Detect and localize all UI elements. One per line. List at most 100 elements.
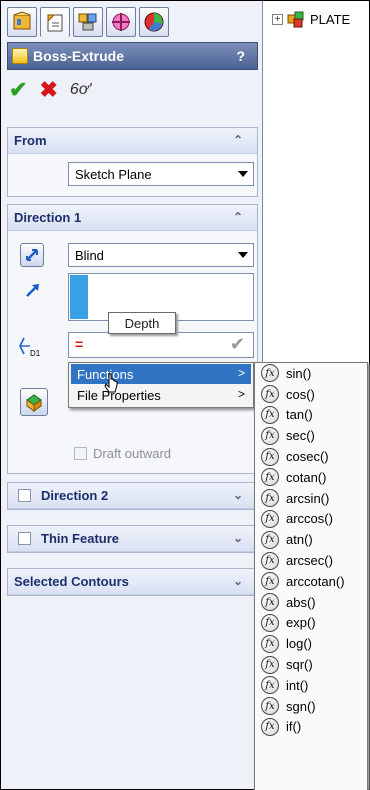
direction-vector-icon bbox=[22, 279, 44, 301]
function-label: log() bbox=[286, 636, 313, 652]
depth-input[interactable]: = ✔ bbox=[68, 332, 254, 358]
function-icon: fx bbox=[261, 530, 279, 549]
function-label: sgn() bbox=[286, 698, 316, 714]
function-icon: fx bbox=[261, 426, 279, 445]
function-icon: fx bbox=[261, 593, 279, 612]
end-condition-value: Blind bbox=[75, 247, 104, 263]
function-icon: fx bbox=[261, 509, 279, 528]
feature-manager-icon bbox=[13, 11, 31, 30]
thin-feature-checkbox[interactable] bbox=[18, 532, 31, 545]
function-menu-item[interactable]: fx cos() bbox=[255, 384, 367, 405]
thin-feature-header-label: Thin Feature bbox=[41, 531, 120, 546]
function-label: sin() bbox=[286, 365, 312, 381]
function-menu-item[interactable]: fx exp() bbox=[255, 613, 367, 634]
function-icon: fx bbox=[261, 676, 279, 695]
draft-outward-label: Draft outward bbox=[93, 446, 172, 461]
function-menu-item[interactable]: fx cotan() bbox=[255, 467, 367, 488]
function-menu-item[interactable]: fx arccotan() bbox=[255, 571, 367, 592]
help-button[interactable]: ? bbox=[236, 48, 245, 64]
detailed-preview-button[interactable]: 6ơ' bbox=[70, 82, 92, 98]
display-manager-icon bbox=[144, 12, 164, 32]
reverse-direction-icon bbox=[26, 249, 38, 261]
function-icon: fx bbox=[261, 468, 279, 487]
manager-tabs bbox=[7, 7, 169, 39]
function-icon: fx bbox=[261, 655, 279, 674]
direction1-group: Direction 1 ⌃ Blind D1 = ✔ Draft outward bbox=[7, 204, 258, 474]
feature-manager-tab[interactable] bbox=[7, 7, 37, 37]
dimxpert-manager-tab[interactable] bbox=[106, 7, 136, 37]
function-menu-item[interactable]: fx atn() bbox=[255, 529, 367, 550]
function-label: arcsin() bbox=[286, 490, 330, 506]
function-menu-item[interactable]: fx arcsin() bbox=[255, 488, 367, 509]
expand-icon[interactable]: ⌄ bbox=[233, 574, 243, 588]
part-icon[interactable] bbox=[286, 10, 306, 28]
equation-context-menu: Functions > File Properties > bbox=[68, 362, 254, 408]
feature-title-bar: Boss-Extrude ? bbox=[7, 42, 258, 70]
start-condition-value: Sketch Plane bbox=[75, 166, 152, 182]
function-menu-item[interactable]: fx abs() bbox=[255, 592, 367, 613]
draft-toggle-button[interactable] bbox=[20, 388, 48, 416]
submenu-arrow-icon: > bbox=[237, 387, 245, 401]
function-menu-item[interactable]: fx sin() bbox=[255, 363, 367, 384]
function-menu-item[interactable]: fx log() bbox=[255, 633, 367, 654]
expand-icon[interactable]: ⌄ bbox=[233, 531, 243, 545]
function-menu-item[interactable]: fx int() bbox=[255, 675, 367, 696]
property-manager-tab[interactable] bbox=[40, 7, 70, 37]
function-label: exp() bbox=[286, 615, 316, 631]
expand-icon[interactable]: + bbox=[272, 13, 283, 25]
function-menu-item[interactable]: fx tan() bbox=[255, 405, 367, 426]
functions-submenu: fx sin() fx cos() fx tan() fx sec() fx cosec() fx c… bbox=[254, 362, 368, 790]
selected-contours-group-header[interactable]: Selected Contours ⌄ bbox=[8, 569, 257, 595]
function-menu-item[interactable]: fx arcsec() bbox=[255, 550, 367, 571]
direction2-header-label: Direction 2 bbox=[41, 488, 109, 503]
function-icon: fx bbox=[261, 364, 279, 383]
from-group-header[interactable]: From ⌃ bbox=[8, 128, 257, 154]
accept-equation-icon[interactable]: ✔ bbox=[230, 334, 245, 355]
expand-icon[interactable]: ⌄ bbox=[233, 488, 243, 502]
property-manager-icon bbox=[47, 14, 63, 31]
cancel-button[interactable]: ✖ bbox=[39, 79, 57, 101]
display-manager-tab[interactable] bbox=[139, 7, 169, 37]
function-icon: fx bbox=[261, 551, 279, 570]
direction2-group: Direction 2 ⌄ bbox=[7, 482, 258, 510]
function-label: cotan() bbox=[286, 469, 327, 485]
direction1-group-header[interactable]: Direction 1 ⌃ bbox=[8, 205, 257, 231]
collapse-icon[interactable]: ⌃ bbox=[233, 210, 243, 224]
feature-title: Boss-Extrude bbox=[33, 48, 125, 64]
collapse-icon[interactable]: ⌃ bbox=[233, 133, 243, 147]
direction2-checkbox[interactable] bbox=[18, 489, 31, 502]
mouse-pointer-icon bbox=[104, 373, 118, 393]
function-icon: fx bbox=[261, 613, 279, 632]
function-label: arccotan() bbox=[286, 573, 345, 589]
function-icon: fx bbox=[261, 447, 279, 466]
start-condition-select[interactable]: Sketch Plane bbox=[68, 162, 254, 186]
function-menu-item[interactable]: fx sec() bbox=[255, 425, 367, 446]
draft-outward-checkbox[interactable] bbox=[74, 447, 87, 460]
menu-item-file-properties[interactable]: File Properties > bbox=[71, 385, 251, 405]
function-label: abs() bbox=[286, 594, 316, 610]
function-menu-item[interactable]: fx arccos() bbox=[255, 509, 367, 530]
function-menu-item[interactable]: fx sqr() bbox=[255, 654, 367, 675]
thin-feature-group: Thin Feature ⌄ bbox=[7, 525, 258, 553]
function-label: tan() bbox=[286, 407, 313, 423]
feature-tree: + PLATE bbox=[272, 10, 350, 28]
configuration-manager-tab[interactable] bbox=[73, 7, 103, 37]
function-menu-item[interactable]: fx cosec() bbox=[255, 446, 367, 467]
function-icon: fx bbox=[261, 697, 279, 716]
thin-feature-group-header[interactable]: Thin Feature ⌄ bbox=[8, 526, 257, 552]
configuration-manager-icon bbox=[78, 13, 97, 31]
ok-button[interactable]: ✔ bbox=[9, 79, 27, 101]
reverse-direction-button[interactable] bbox=[20, 243, 44, 267]
function-menu-item[interactable]: fx if() bbox=[255, 717, 367, 738]
function-label: arcsec() bbox=[286, 553, 333, 569]
depth-dimension-label: D1 bbox=[30, 349, 41, 358]
function-menu-item[interactable]: fx sgn() bbox=[255, 696, 367, 717]
menu-item-functions[interactable]: Functions > bbox=[71, 364, 251, 384]
draft-outward-row[interactable]: Draft outward bbox=[74, 446, 171, 461]
direction2-group-header[interactable]: Direction 2 ⌄ bbox=[8, 483, 257, 509]
action-row: ✔ ✖ 6ơ' bbox=[9, 77, 92, 103]
function-label: sec() bbox=[286, 428, 315, 444]
feature-icon bbox=[12, 48, 28, 64]
tree-root-label[interactable]: PLATE bbox=[310, 12, 350, 27]
end-condition-select[interactable]: Blind bbox=[68, 243, 254, 267]
